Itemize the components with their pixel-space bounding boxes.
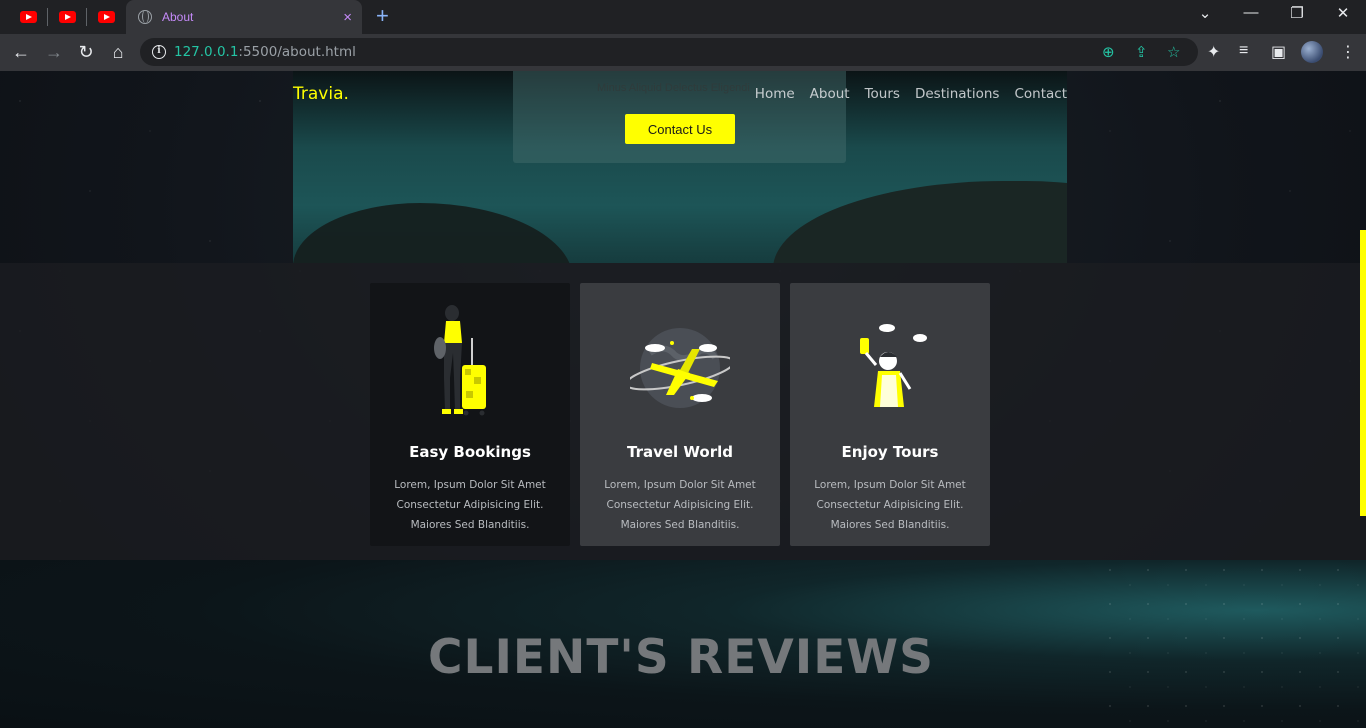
- youtube-icon: [58, 11, 76, 23]
- tab-about[interactable]: About ×: [126, 0, 362, 34]
- close-tab-icon[interactable]: ×: [343, 9, 352, 26]
- browser-toolbar: ← → ↻ ⌂ i 127.0.0.1:5500/about.html ⊕ ⇪ …: [0, 34, 1366, 71]
- card-title: Travel World: [626, 443, 733, 461]
- side-panel-icon[interactable]: ▣: [1271, 42, 1286, 62]
- card-text: Lorem, Ipsum Dolor Sit Amet Consectetur …: [814, 479, 966, 531]
- card-text: Lorem, Ipsum Dolor Sit Amet Consectetur …: [604, 479, 756, 531]
- back-button[interactable]: ←: [10, 42, 32, 62]
- nav-link-destinations[interactable]: Destinations: [915, 86, 1000, 102]
- contact-us-button[interactable]: Contact Us: [625, 114, 735, 144]
- tab-strip: About × + ⌄ — ❐ ✕: [0, 0, 1366, 34]
- feature-card-easy-bookings: Easy Bookings Lorem, Ipsum Dolor Sit Ame…: [370, 283, 570, 546]
- page-viewport: Minus Aliquid Delectus Eligendi Contact …: [0, 71, 1366, 728]
- forward-button[interactable]: →: [43, 42, 65, 62]
- card-title: Enjoy Tours: [841, 443, 939, 461]
- nav-links: Home About Tours Destinations Contact: [755, 86, 1067, 102]
- profile-avatar[interactable]: [1301, 41, 1323, 63]
- pinned-tab-youtube-3[interactable]: [87, 0, 125, 34]
- site-info-icon[interactable]: i: [152, 45, 166, 59]
- reviews-section: CLIENT'S REVIEWS: [0, 560, 1366, 728]
- pinned-tab-youtube-1[interactable]: [9, 0, 47, 34]
- card-title: Easy Bookings: [409, 443, 531, 461]
- url-path: :5500/about.html: [238, 44, 356, 60]
- zoom-icon[interactable]: ⊕: [1102, 43, 1115, 61]
- card-text: Lorem, Ipsum Dolor Sit Amet Consectetur …: [394, 479, 546, 531]
- page-scrollbar[interactable]: [1360, 230, 1366, 516]
- url-text: 127.0.0.1:5500/about.html: [174, 44, 356, 60]
- reload-button[interactable]: ↻: [75, 42, 97, 62]
- globe-icon: [138, 10, 152, 24]
- tab-search-icon[interactable]: ⌄: [1193, 4, 1217, 22]
- address-bar[interactable]: i 127.0.0.1:5500/about.html ⊕ ⇪ ☆: [140, 38, 1198, 66]
- hill-silhouette: [773, 181, 1067, 263]
- pinned-tab-youtube-2[interactable]: [48, 0, 86, 34]
- reviews-heading: CLIENT'S REVIEWS: [428, 630, 934, 685]
- restore-button[interactable]: ❐: [1285, 4, 1309, 22]
- site-logo[interactable]: Travia.: [293, 84, 349, 104]
- media-icon[interactable]: ≡: [1239, 42, 1248, 60]
- menu-icon[interactable]: ⋮: [1340, 42, 1356, 62]
- nav-link-about[interactable]: About: [810, 86, 850, 102]
- extensions-icon[interactable]: ✦: [1207, 42, 1220, 62]
- bookmark-star-icon[interactable]: ☆: [1167, 43, 1180, 61]
- nav-link-home[interactable]: Home: [755, 86, 795, 102]
- url-host: 127.0.0.1: [174, 44, 239, 60]
- nav-link-contact[interactable]: Contact: [1014, 86, 1067, 102]
- hill-silhouette: [293, 203, 573, 263]
- nav-link-tours[interactable]: Tours: [865, 86, 900, 102]
- new-tab-button[interactable]: +: [376, 5, 389, 27]
- tab-title: About: [162, 10, 194, 24]
- site-navbar: Travia. Home About Tours Destinations Co…: [293, 71, 1067, 115]
- airplane-globe-illustration: [630, 328, 730, 408]
- youtube-icon: [19, 11, 37, 23]
- close-window-button[interactable]: ✕: [1331, 4, 1355, 22]
- youtube-icon: [97, 11, 115, 23]
- features-section: Easy Bookings Lorem, Ipsum Dolor Sit Ame…: [0, 263, 1366, 560]
- share-icon[interactable]: ⇪: [1135, 43, 1148, 61]
- minimize-button[interactable]: —: [1239, 4, 1263, 21]
- traveler-luggage-illustration: [434, 305, 486, 416]
- feature-card-enjoy-tours: Enjoy Tours Lorem, Ipsum Dolor Sit Amet …: [790, 283, 990, 546]
- home-button[interactable]: ⌂: [107, 42, 129, 62]
- feature-card-travel-world: Travel World Lorem, Ipsum Dolor Sit Amet…: [580, 283, 780, 546]
- selfie-tourist-illustration: [860, 324, 927, 407]
